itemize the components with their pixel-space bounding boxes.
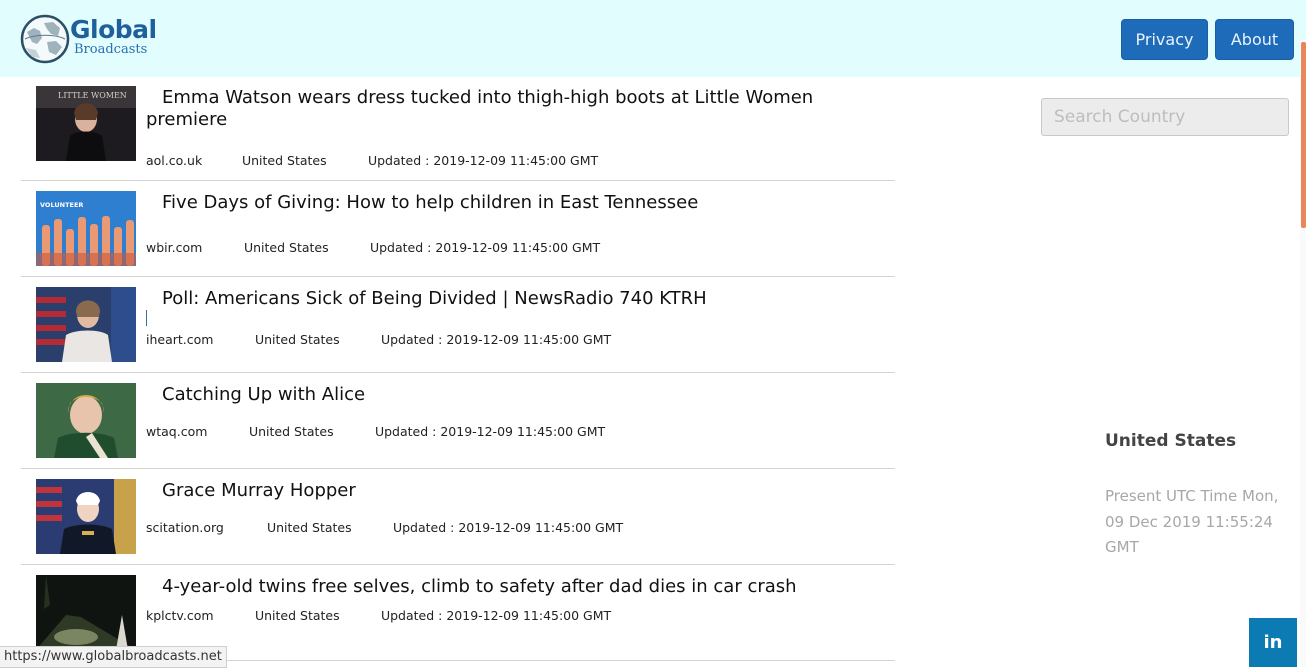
news-country: United States [248,424,334,439]
thumb-text: LITTLE WOMEN [58,91,127,100]
news-item[interactable]: LITTLE WOMEN Emma Watson wears dress tuc… [21,77,895,181]
text-cursor [146,310,147,326]
status-bar-url: https://www.globalbroadcasts.net [0,646,227,668]
news-thumbnail[interactable] [36,287,136,362]
news-headline[interactable]: Poll: Americans Sick of Being Divided | … [146,288,826,310]
news-meta: wtaq.com United States Updated : 2019-12… [146,424,605,439]
news-source: wbir.com [146,240,203,255]
linkedin-icon: in [1263,632,1283,653]
news-headline[interactable]: Grace Murray Hopper [146,480,826,502]
news-updated: Updated : 2019-12-09 11:45:00 GMT [380,332,612,347]
news-list: LITTLE WOMEN Emma Watson wears dress tuc… [21,77,895,661]
news-meta: wbir.com United States Updated : 2019-12… [146,240,600,255]
scrollbar-thumb[interactable] [1301,42,1306,228]
news-thumbnail[interactable]: LITTLE WOMEN [36,86,136,161]
news-headline[interactable]: Five Days of Giving: How to help childre… [146,192,826,214]
news-country: United States [254,608,340,623]
news-source: scitation.org [146,520,224,535]
thumb-text: VOLUNTEER [40,201,83,209]
privacy-button[interactable]: Privacy [1121,19,1208,60]
news-headline[interactable]: 4-year-old twins free selves, climb to s… [146,576,826,598]
news-source: kplctv.com [146,608,214,623]
search-country-input[interactable] [1041,98,1289,136]
globe-logo-icon [20,14,70,64]
news-country: United States [243,240,329,255]
current-country: United States [1105,431,1237,451]
news-headline[interactable]: Catching Up with Alice [146,384,826,406]
logo-subtitle: Broadcasts [74,42,148,57]
top-navbar: Global Broadcasts Privacy About [0,0,1306,77]
news-item[interactable]: Catching Up with Alice wtaq.com United S… [21,373,895,469]
news-thumbnail[interactable] [36,383,136,458]
news-updated: Updated : 2019-12-09 11:45:00 GMT [392,520,624,535]
news-item[interactable]: Grace Murray Hopper scitation.org United… [21,469,895,565]
news-country: United States [241,153,327,168]
news-updated: Updated : 2019-12-09 11:45:00 GMT [380,608,612,623]
utc-time: Present UTC Time Mon, 09 Dec 2019 11:55:… [1105,487,1279,556]
news-updated: Updated : 2019-12-09 11:45:00 GMT [367,153,599,168]
news-meta: scitation.org United States Updated : 20… [146,520,623,535]
news-meta: kplctv.com United States Updated : 2019-… [146,608,611,623]
news-source: iheart.com [146,332,214,347]
news-updated: Updated : 2019-12-09 11:45:00 GMT [369,240,601,255]
news-item[interactable]: VOLUNTEER Five Days of Giving: How to he… [21,181,895,277]
news-item[interactable]: Poll: Americans Sick of Being Divided | … [21,277,895,373]
news-meta: iheart.com United States Updated : 2019-… [146,332,611,347]
news-country: United States [254,332,340,347]
about-button[interactable]: About [1215,19,1294,60]
news-thumbnail[interactable]: VOLUNTEER [36,191,136,266]
news-country: United States [266,520,352,535]
news-thumbnail[interactable] [36,479,136,554]
linkedin-share-button[interactable]: in [1249,618,1297,667]
news-thumbnail[interactable] [36,575,136,650]
logo-title: Global [70,15,157,44]
news-source: wtaq.com [146,424,208,439]
site-logo[interactable]: Global Broadcasts [20,13,170,65]
news-headline[interactable]: Emma Watson wears dress tucked into thig… [146,87,826,131]
news-source: aol.co.uk [146,153,203,168]
news-updated: Updated : 2019-12-09 11:45:00 GMT [374,424,606,439]
news-meta: aol.co.uk United States Updated : 2019-1… [146,153,598,168]
